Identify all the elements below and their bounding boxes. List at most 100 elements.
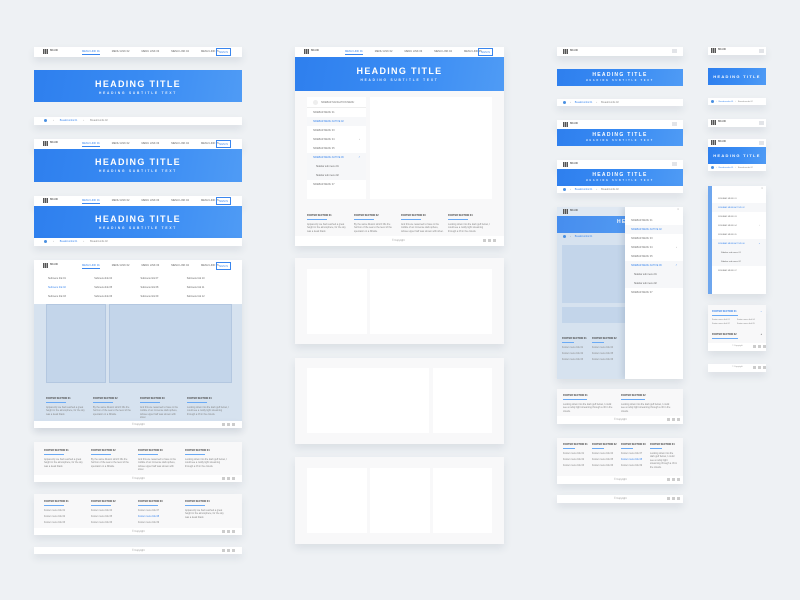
footer-accordion-open[interactable]: FOOTER SECTION 01− Footer menu link 01 Fo… — [712, 310, 762, 325]
brand-logo[interactable]: BRAND — [304, 49, 319, 54]
brand-logo[interactable]: BRAND — [43, 198, 58, 203]
hamburger-icon[interactable] — [672, 122, 677, 126]
footer-link[interactable]: Footer menu link 04 — [91, 509, 133, 512]
social-icon[interactable] — [667, 418, 670, 421]
sign-in-button[interactable]: SIGN IN — [216, 140, 231, 148]
footer-link[interactable]: Footer menu link 05 — [91, 515, 133, 518]
social-icon[interactable] — [488, 239, 491, 242]
brand-logo[interactable]: BRAND — [711, 140, 726, 145]
sidebar-subitem[interactable]: Sidebar sub menu 01 — [307, 162, 366, 171]
hamburger-icon[interactable] — [759, 49, 764, 53]
sidebar-item-active[interactable]: SIDEBAR MENU ACTIVE 02 — [712, 203, 766, 212]
sign-in-button[interactable]: SIGN IN — [216, 262, 231, 270]
home-icon[interactable] — [563, 101, 566, 104]
footer-link[interactable]: Footer menu link 03 — [44, 521, 86, 524]
close-icon[interactable]: × — [625, 207, 683, 216]
footer-link[interactable]: Footer menu link 07 — [138, 509, 180, 512]
nav-link-02[interactable]: MENU LINK 02 — [112, 199, 130, 204]
social-icon[interactable] — [763, 366, 766, 369]
home-icon[interactable] — [563, 188, 566, 191]
footer-link[interactable]: Footer menu link 01 — [563, 452, 591, 455]
home-icon[interactable] — [711, 166, 714, 169]
sidebar-item[interactable]: SIDEBAR MENU 03 — [712, 212, 766, 221]
nav-link-02[interactable]: MENU LINK 02 — [112, 142, 130, 147]
submenu-link[interactable]: Submenu link 07 — [141, 277, 187, 280]
hamburger-icon[interactable] — [672, 49, 677, 53]
footer-link[interactable]: Footer menu link 02 — [563, 458, 591, 461]
social-icon[interactable] — [758, 366, 761, 369]
footer-link[interactable]: Footer menu link 05 — [592, 458, 620, 461]
sign-in-button[interactable]: SIGN IN — [216, 48, 231, 56]
sidebar-item[interactable]: SIDEBAR MENU 07 — [307, 180, 366, 189]
sidebar-item-expanded[interactable]: SIDEBAR MENU ACTIVE 06 ˄ — [307, 153, 366, 162]
breadcrumb-link[interactable]: Breadcrumbs 01 — [719, 167, 734, 169]
social-icon[interactable] — [227, 423, 230, 426]
sidebar-item[interactable]: SIDEBAR MENU 01 — [712, 194, 766, 203]
sidebar-item[interactable]: SIDEBAR MENU 04 › — [625, 243, 683, 252]
submenu-link[interactable]: Submenu link 12 — [187, 295, 233, 298]
close-icon[interactable]: × — [712, 186, 766, 194]
sidebar-subitem[interactable]: Sidebar sub menu 02 — [307, 171, 366, 180]
sidebar-item-expanded[interactable]: SIDEBAR MENU ACTIVE 06 ˄ — [712, 239, 766, 248]
nav-link-01[interactable]: MENU LINK 01 — [345, 50, 363, 55]
social-icon[interactable] — [672, 497, 675, 500]
footer-link[interactable]: Footer menu link 01 — [712, 319, 737, 321]
brand-logo[interactable]: BRAND — [563, 122, 578, 127]
submenu-link[interactable]: Submenu link 08 — [141, 286, 187, 289]
footer-link-active[interactable]: Footer menu link 08 — [138, 515, 180, 518]
sidebar-item[interactable]: SIDEBAR MENU 04 › — [712, 221, 766, 230]
submenu-link-active[interactable]: Submenu link 02 — [48, 286, 94, 289]
social-icon[interactable] — [672, 478, 675, 481]
footer-link[interactable]: Footer menu link 04 — [592, 452, 620, 455]
nav-link-04[interactable]: MENU LINK 04 — [171, 199, 189, 204]
footer-link[interactable]: Footer menu link 09 — [138, 521, 180, 524]
social-icon[interactable] — [758, 345, 761, 348]
sidebar-item[interactable]: SIDEBAR MENU 03 — [307, 126, 366, 135]
social-icon[interactable] — [227, 549, 230, 552]
footer-link[interactable]: Footer menu link 09 — [621, 464, 649, 467]
nav-link-03[interactable]: MENU LINK 03 — [141, 50, 159, 55]
sidebar-subitem[interactable]: Sidebar sub menu 01 — [712, 248, 766, 257]
hamburger-icon[interactable] — [759, 121, 764, 125]
brand-logo[interactable]: BRAND — [711, 48, 726, 53]
social-icon[interactable] — [222, 549, 225, 552]
social-icon[interactable] — [483, 239, 486, 242]
brand-logo[interactable]: BRAND — [43, 263, 58, 268]
hamburger-icon[interactable] — [672, 162, 677, 166]
nav-link-02[interactable]: MENU LINK 02 — [112, 50, 130, 55]
nav-link-03[interactable]: MENU LINK 03 — [141, 142, 159, 147]
hamburger-icon[interactable] — [759, 141, 764, 145]
brand-logo[interactable]: BRAND — [563, 162, 578, 167]
social-icon[interactable] — [667, 478, 670, 481]
footer-link[interactable]: Footer menu link 07 — [621, 452, 649, 455]
sign-in-button[interactable]: SIGN IN — [478, 48, 493, 56]
social-icon[interactable] — [227, 530, 230, 533]
sidebar-item-expanded[interactable]: SIDEBAR MENU ACTIVE 06 ˄ — [625, 261, 683, 270]
footer-link[interactable]: Footer menu link 06 — [592, 464, 620, 467]
social-icon[interactable] — [493, 239, 496, 242]
nav-link-01[interactable]: MENU LINK 01 — [82, 264, 100, 269]
sidebar-item[interactable]: SIDEBAR MENU 01 — [307, 108, 366, 117]
nav-link-02[interactable]: MENU LINK 02 — [112, 264, 130, 269]
sidebar-toggle-icon[interactable] — [313, 99, 318, 105]
social-icon[interactable] — [222, 423, 225, 426]
brand-logo[interactable]: BRAND — [43, 141, 58, 146]
home-icon[interactable] — [711, 100, 714, 103]
sidebar-item[interactable]: SIDEBAR MENU 07 — [625, 288, 683, 297]
social-icon[interactable] — [667, 497, 670, 500]
social-icon[interactable] — [232, 549, 235, 552]
sidebar-item[interactable]: SIDEBAR MENU 05 — [307, 144, 366, 153]
home-icon[interactable] — [44, 240, 47, 243]
sidebar-item[interactable]: SIDEBAR MENU 05 — [712, 230, 766, 239]
sidebar-item-active[interactable]: SIDEBAR MENU ACTIVE 02 — [625, 225, 683, 234]
sidebar-item[interactable]: SIDEBAR MENU 05 — [625, 252, 683, 261]
social-icon[interactable] — [672, 418, 675, 421]
footer-link[interactable]: Footer menu link 02 — [44, 515, 86, 518]
footer-link-active[interactable]: Footer menu link 08 — [621, 458, 649, 461]
nav-link-04[interactable]: MENU LINK 04 — [171, 142, 189, 147]
footer-accordion-closed[interactable]: FOOTER SECTION 02 + — [712, 333, 762, 342]
submenu-link[interactable]: Submenu link 04 — [94, 277, 140, 280]
sidebar-item[interactable]: SIDEBAR MENU 03 — [625, 234, 683, 243]
social-icon[interactable] — [232, 530, 235, 533]
footer-link[interactable]: Footer menu link 03 — [563, 464, 591, 467]
